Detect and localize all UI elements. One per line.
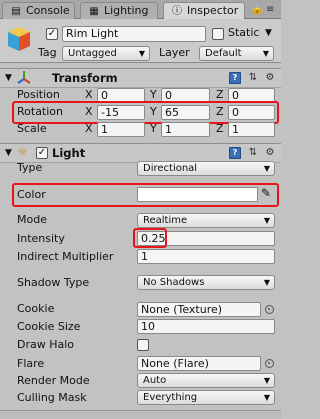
position-z-axis[interactable]: Z <box>216 88 224 102</box>
tab-lighting-label: Lighting <box>104 4 149 17</box>
chevron-down-icon: ▼ <box>263 164 270 173</box>
chevron-down-icon: ▼ <box>138 49 145 58</box>
light-title: Light <box>52 146 86 160</box>
render-mode-dropdown[interactable]: Auto ▼ <box>137 373 275 388</box>
active-checkbox[interactable]: ✓ <box>46 28 58 40</box>
tab-inspector-label: Inspector <box>187 4 239 17</box>
intensity-highlight <box>133 228 167 248</box>
flare-label: Flare <box>17 357 45 370</box>
chevron-down-icon: ▼ <box>262 49 269 58</box>
indirect-multiplier-input[interactable]: 1 <box>137 249 275 264</box>
tab-console[interactable]: ▤ Console <box>2 2 75 19</box>
position-y-axis[interactable]: Y <box>150 88 157 102</box>
settings-gear-icon[interactable]: ⚙ <box>264 72 276 84</box>
window-menu-icon[interactable]: ≡ <box>266 4 274 15</box>
transform-axes-icon <box>17 71 31 84</box>
transform-foldout-icon[interactable]: ▼ <box>5 71 12 85</box>
culling-mask-label: Culling Mask <box>17 391 87 404</box>
position-label: Position <box>17 88 60 101</box>
render-mode-label: Render Mode <box>17 374 90 387</box>
light-enabled-checkbox[interactable]: ✓ <box>36 147 48 159</box>
scale-z-input[interactable]: 1 <box>228 122 275 137</box>
preset-icon[interactable]: ⇅ <box>247 72 259 84</box>
chevron-down-icon: ▼ <box>263 278 270 287</box>
lighting-icon: ▦ <box>89 6 99 17</box>
object-picker-icon[interactable] <box>265 305 274 314</box>
tag-label: Tag <box>38 46 57 59</box>
type-label: Type <box>17 161 43 174</box>
position-x-axis[interactable]: X <box>85 88 93 102</box>
gameobject-cube-icon <box>8 27 30 51</box>
chevron-down-icon: ▼ <box>263 376 270 385</box>
scale-y-input[interactable]: 1 <box>161 122 210 137</box>
static-checkbox[interactable] <box>212 28 224 40</box>
mode-label: Mode <box>17 213 47 226</box>
flare-object-field[interactable]: None (Flare) <box>137 356 261 371</box>
help-book-icon[interactable]: ? <box>229 72 241 84</box>
cookie-size-input[interactable]: 10 <box>137 319 275 334</box>
static-dropdown-icon[interactable]: ▼ <box>265 26 272 40</box>
chevron-down-icon: ▼ <box>263 393 270 402</box>
draw-halo-label: Draw Halo <box>17 338 75 351</box>
console-icon: ▤ <box>11 6 21 17</box>
tab-console-label: Console <box>26 4 70 17</box>
scale-label: Scale <box>17 122 47 135</box>
draw-halo-checkbox[interactable] <box>137 339 149 351</box>
indirect-multiplier-label: Indirect Multiplier <box>17 250 114 263</box>
color-highlight <box>12 183 279 207</box>
tab-inspector[interactable]: ⓘ Inspector <box>163 2 245 19</box>
mode-value: Realtime <box>143 215 188 226</box>
cookie-object-field[interactable]: None (Texture) <box>137 302 261 317</box>
scale-y-axis[interactable]: Y <box>150 122 157 136</box>
layer-value: Default <box>205 48 242 59</box>
culling-mask-value: Everything <box>143 392 198 403</box>
mode-dropdown[interactable]: Realtime ▼ <box>137 213 275 228</box>
rotation-highlight <box>12 101 279 124</box>
light-foldout-icon[interactable]: ▼ <box>5 146 12 160</box>
layer-label: Layer <box>159 46 190 59</box>
chevron-down-icon: ▼ <box>263 216 270 225</box>
settings-gear-icon[interactable]: ⚙ <box>264 147 276 159</box>
render-mode-value: Auto <box>143 375 167 386</box>
scale-z-axis[interactable]: Z <box>216 122 224 136</box>
scale-x-axis[interactable]: X <box>85 122 93 136</box>
intensity-label: Intensity <box>17 232 65 245</box>
help-book-icon[interactable]: ? <box>229 147 241 159</box>
tag-value: Untagged <box>68 48 117 59</box>
lock-icon[interactable]: 🔒 <box>251 4 263 15</box>
light-bulb-icon: ☼ <box>17 145 28 159</box>
preset-icon[interactable]: ⇅ <box>247 147 259 159</box>
shadow-type-dropdown[interactable]: No Shadows ▼ <box>137 275 275 290</box>
type-dropdown[interactable]: Directional ▼ <box>137 161 275 176</box>
cookie-size-label: Cookie Size <box>17 320 81 333</box>
static-label: Static <box>228 26 260 39</box>
scale-x-input[interactable]: 1 <box>97 122 145 137</box>
shadow-type-label: Shadow Type <box>17 276 90 289</box>
object-picker-icon[interactable] <box>265 359 274 368</box>
inspector-icon: ⓘ <box>172 6 182 17</box>
inspector-footer <box>0 410 281 419</box>
culling-mask-dropdown[interactable]: Everything ▼ <box>137 390 275 405</box>
transform-title: Transform <box>52 71 118 85</box>
layer-dropdown[interactable]: Default ▼ <box>199 46 274 61</box>
tag-dropdown[interactable]: Untagged ▼ <box>62 46 150 61</box>
tab-lighting[interactable]: ▦ Lighting <box>80 2 158 19</box>
type-value: Directional <box>143 163 198 174</box>
cookie-label: Cookie <box>17 302 55 315</box>
shadow-type-value: No Shadows <box>143 277 205 288</box>
object-name-input[interactable]: Rim Light <box>62 26 206 42</box>
